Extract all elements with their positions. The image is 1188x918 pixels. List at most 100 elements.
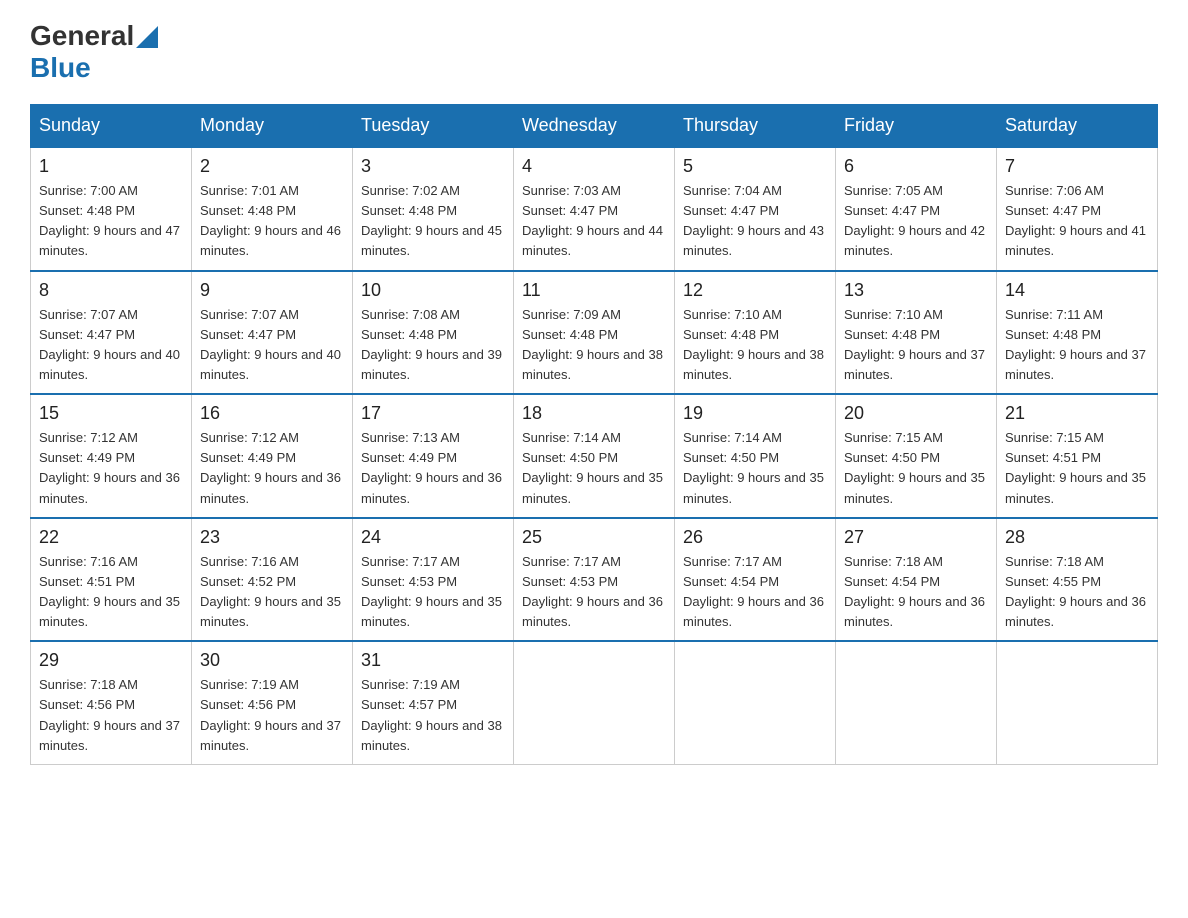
day-info: Sunrise: 7:17 AM Sunset: 4:53 PM Dayligh… [522, 552, 666, 633]
day-number: 13 [844, 280, 988, 301]
calendar-cell: 1 Sunrise: 7:00 AM Sunset: 4:48 PM Dayli… [31, 147, 192, 271]
calendar-cell: 11 Sunrise: 7:09 AM Sunset: 4:48 PM Dayl… [514, 271, 675, 395]
calendar-cell: 6 Sunrise: 7:05 AM Sunset: 4:47 PM Dayli… [836, 147, 997, 271]
day-info: Sunrise: 7:18 AM Sunset: 4:54 PM Dayligh… [844, 552, 988, 633]
column-header-tuesday: Tuesday [353, 105, 514, 148]
calendar-week-row: 1 Sunrise: 7:00 AM Sunset: 4:48 PM Dayli… [31, 147, 1158, 271]
logo: General Blue [30, 20, 158, 84]
day-number: 29 [39, 650, 183, 671]
day-info: Sunrise: 7:17 AM Sunset: 4:53 PM Dayligh… [361, 552, 505, 633]
day-info: Sunrise: 7:18 AM Sunset: 4:56 PM Dayligh… [39, 675, 183, 756]
calendar-cell: 4 Sunrise: 7:03 AM Sunset: 4:47 PM Dayli… [514, 147, 675, 271]
day-number: 15 [39, 403, 183, 424]
page-header: General Blue [30, 20, 1158, 84]
column-header-monday: Monday [192, 105, 353, 148]
calendar-week-row: 29 Sunrise: 7:18 AM Sunset: 4:56 PM Dayl… [31, 641, 1158, 764]
day-number: 20 [844, 403, 988, 424]
day-number: 12 [683, 280, 827, 301]
calendar-cell: 19 Sunrise: 7:14 AM Sunset: 4:50 PM Dayl… [675, 394, 836, 518]
day-number: 1 [39, 156, 183, 177]
day-info: Sunrise: 7:16 AM Sunset: 4:51 PM Dayligh… [39, 552, 183, 633]
column-header-thursday: Thursday [675, 105, 836, 148]
day-number: 25 [522, 527, 666, 548]
calendar-cell: 10 Sunrise: 7:08 AM Sunset: 4:48 PM Dayl… [353, 271, 514, 395]
day-info: Sunrise: 7:01 AM Sunset: 4:48 PM Dayligh… [200, 181, 344, 262]
calendar-cell [675, 641, 836, 764]
day-info: Sunrise: 7:12 AM Sunset: 4:49 PM Dayligh… [200, 428, 344, 509]
calendar-cell: 22 Sunrise: 7:16 AM Sunset: 4:51 PM Dayl… [31, 518, 192, 642]
calendar-cell: 17 Sunrise: 7:13 AM Sunset: 4:49 PM Dayl… [353, 394, 514, 518]
calendar-cell: 21 Sunrise: 7:15 AM Sunset: 4:51 PM Dayl… [997, 394, 1158, 518]
calendar-header-row: SundayMondayTuesdayWednesdayThursdayFrid… [31, 105, 1158, 148]
column-header-friday: Friday [836, 105, 997, 148]
day-number: 18 [522, 403, 666, 424]
calendar-table: SundayMondayTuesdayWednesdayThursdayFrid… [30, 104, 1158, 765]
calendar-week-row: 15 Sunrise: 7:12 AM Sunset: 4:49 PM Dayl… [31, 394, 1158, 518]
day-number: 4 [522, 156, 666, 177]
day-info: Sunrise: 7:18 AM Sunset: 4:55 PM Dayligh… [1005, 552, 1149, 633]
day-number: 28 [1005, 527, 1149, 548]
day-info: Sunrise: 7:19 AM Sunset: 4:56 PM Dayligh… [200, 675, 344, 756]
day-info: Sunrise: 7:10 AM Sunset: 4:48 PM Dayligh… [844, 305, 988, 386]
calendar-cell: 30 Sunrise: 7:19 AM Sunset: 4:56 PM Dayl… [192, 641, 353, 764]
day-info: Sunrise: 7:03 AM Sunset: 4:47 PM Dayligh… [522, 181, 666, 262]
day-number: 10 [361, 280, 505, 301]
calendar-cell: 29 Sunrise: 7:18 AM Sunset: 4:56 PM Dayl… [31, 641, 192, 764]
day-number: 3 [361, 156, 505, 177]
day-info: Sunrise: 7:12 AM Sunset: 4:49 PM Dayligh… [39, 428, 183, 509]
calendar-cell: 13 Sunrise: 7:10 AM Sunset: 4:48 PM Dayl… [836, 271, 997, 395]
day-number: 8 [39, 280, 183, 301]
day-info: Sunrise: 7:15 AM Sunset: 4:51 PM Dayligh… [1005, 428, 1149, 509]
calendar-cell: 15 Sunrise: 7:12 AM Sunset: 4:49 PM Dayl… [31, 394, 192, 518]
calendar-cell: 3 Sunrise: 7:02 AM Sunset: 4:48 PM Dayli… [353, 147, 514, 271]
day-number: 17 [361, 403, 505, 424]
day-number: 31 [361, 650, 505, 671]
day-info: Sunrise: 7:14 AM Sunset: 4:50 PM Dayligh… [683, 428, 827, 509]
day-number: 23 [200, 527, 344, 548]
column-header-saturday: Saturday [997, 105, 1158, 148]
day-number: 14 [1005, 280, 1149, 301]
calendar-cell: 20 Sunrise: 7:15 AM Sunset: 4:50 PM Dayl… [836, 394, 997, 518]
day-info: Sunrise: 7:07 AM Sunset: 4:47 PM Dayligh… [39, 305, 183, 386]
day-number: 22 [39, 527, 183, 548]
calendar-cell: 24 Sunrise: 7:17 AM Sunset: 4:53 PM Dayl… [353, 518, 514, 642]
calendar-cell: 9 Sunrise: 7:07 AM Sunset: 4:47 PM Dayli… [192, 271, 353, 395]
calendar-cell: 14 Sunrise: 7:11 AM Sunset: 4:48 PM Dayl… [997, 271, 1158, 395]
calendar-cell: 26 Sunrise: 7:17 AM Sunset: 4:54 PM Dayl… [675, 518, 836, 642]
calendar-week-row: 22 Sunrise: 7:16 AM Sunset: 4:51 PM Dayl… [31, 518, 1158, 642]
day-number: 30 [200, 650, 344, 671]
day-number: 2 [200, 156, 344, 177]
day-info: Sunrise: 7:15 AM Sunset: 4:50 PM Dayligh… [844, 428, 988, 509]
day-info: Sunrise: 7:13 AM Sunset: 4:49 PM Dayligh… [361, 428, 505, 509]
day-number: 6 [844, 156, 988, 177]
calendar-cell: 23 Sunrise: 7:16 AM Sunset: 4:52 PM Dayl… [192, 518, 353, 642]
day-info: Sunrise: 7:14 AM Sunset: 4:50 PM Dayligh… [522, 428, 666, 509]
calendar-cell: 12 Sunrise: 7:10 AM Sunset: 4:48 PM Dayl… [675, 271, 836, 395]
day-number: 7 [1005, 156, 1149, 177]
day-number: 27 [844, 527, 988, 548]
day-info: Sunrise: 7:04 AM Sunset: 4:47 PM Dayligh… [683, 181, 827, 262]
calendar-cell [514, 641, 675, 764]
calendar-cell: 8 Sunrise: 7:07 AM Sunset: 4:47 PM Dayli… [31, 271, 192, 395]
calendar-week-row: 8 Sunrise: 7:07 AM Sunset: 4:47 PM Dayli… [31, 271, 1158, 395]
day-number: 26 [683, 527, 827, 548]
day-number: 16 [200, 403, 344, 424]
day-number: 9 [200, 280, 344, 301]
calendar-cell: 25 Sunrise: 7:17 AM Sunset: 4:53 PM Dayl… [514, 518, 675, 642]
day-info: Sunrise: 7:06 AM Sunset: 4:47 PM Dayligh… [1005, 181, 1149, 262]
day-number: 11 [522, 280, 666, 301]
calendar-cell [997, 641, 1158, 764]
calendar-cell: 5 Sunrise: 7:04 AM Sunset: 4:47 PM Dayli… [675, 147, 836, 271]
day-info: Sunrise: 7:17 AM Sunset: 4:54 PM Dayligh… [683, 552, 827, 633]
day-info: Sunrise: 7:11 AM Sunset: 4:48 PM Dayligh… [1005, 305, 1149, 386]
calendar-cell: 16 Sunrise: 7:12 AM Sunset: 4:49 PM Dayl… [192, 394, 353, 518]
day-info: Sunrise: 7:00 AM Sunset: 4:48 PM Dayligh… [39, 181, 183, 262]
logo-general-text: General [30, 20, 134, 52]
calendar-cell: 2 Sunrise: 7:01 AM Sunset: 4:48 PM Dayli… [192, 147, 353, 271]
day-info: Sunrise: 7:07 AM Sunset: 4:47 PM Dayligh… [200, 305, 344, 386]
calendar-cell [836, 641, 997, 764]
calendar-cell: 31 Sunrise: 7:19 AM Sunset: 4:57 PM Dayl… [353, 641, 514, 764]
calendar-cell: 18 Sunrise: 7:14 AM Sunset: 4:50 PM Dayl… [514, 394, 675, 518]
day-info: Sunrise: 7:16 AM Sunset: 4:52 PM Dayligh… [200, 552, 344, 633]
calendar-cell: 7 Sunrise: 7:06 AM Sunset: 4:47 PM Dayli… [997, 147, 1158, 271]
